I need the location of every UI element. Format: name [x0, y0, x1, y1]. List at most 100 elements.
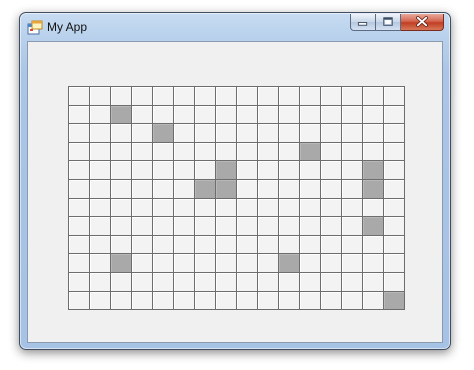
grid-cell[interactable]: [342, 217, 362, 235]
grid-cell[interactable]: [132, 124, 152, 142]
grid-cell-filled[interactable]: [195, 179, 215, 198]
grid-cell[interactable]: [174, 235, 194, 254]
grid-cell[interactable]: [153, 142, 173, 161]
grid-cell[interactable]: [384, 105, 404, 124]
grid-cell[interactable]: [132, 254, 152, 272]
grid-cell[interactable]: [279, 105, 299, 124]
grid-cell[interactable]: [279, 291, 299, 310]
grid-cell-filled[interactable]: [363, 217, 383, 235]
grid-cell[interactable]: [195, 235, 215, 254]
grid-cell[interactable]: [132, 161, 152, 179]
grid-cell[interactable]: [195, 272, 215, 291]
grid-cell[interactable]: [258, 124, 278, 142]
grid-cell[interactable]: [132, 235, 152, 254]
grid-cell[interactable]: [174, 124, 194, 142]
grid-cell[interactable]: [153, 179, 173, 198]
grid-cell[interactable]: [279, 235, 299, 254]
grid-cell[interactable]: [90, 87, 110, 105]
grid-cell[interactable]: [384, 198, 404, 217]
grid-cell[interactable]: [300, 87, 320, 105]
grid-cell[interactable]: [174, 272, 194, 291]
grid-cell[interactable]: [321, 272, 341, 291]
grid-cell[interactable]: [174, 291, 194, 310]
grid-cell[interactable]: [384, 217, 404, 235]
grid-cell[interactable]: [69, 179, 89, 198]
grid-cell[interactable]: [216, 105, 236, 124]
grid-cell[interactable]: [258, 87, 278, 105]
close-button[interactable]: [401, 14, 444, 31]
grid-cell[interactable]: [153, 235, 173, 254]
grid-cell[interactable]: [69, 142, 89, 161]
grid-cell[interactable]: [384, 272, 404, 291]
grid-cell[interactable]: [132, 272, 152, 291]
grid-cell[interactable]: [69, 235, 89, 254]
grid-cell-filled[interactable]: [111, 254, 131, 272]
grid-cell[interactable]: [216, 142, 236, 161]
grid-cell[interactable]: [195, 291, 215, 310]
grid-cell[interactable]: [384, 142, 404, 161]
grid-cell[interactable]: [321, 161, 341, 179]
grid-cell[interactable]: [132, 217, 152, 235]
grid-cell[interactable]: [342, 198, 362, 217]
grid-cell[interactable]: [342, 87, 362, 105]
grid-cell[interactable]: [111, 198, 131, 217]
minimize-button[interactable]: [350, 14, 376, 31]
grid-cell[interactable]: [321, 142, 341, 161]
grid-cell[interactable]: [384, 179, 404, 198]
grid-cell[interactable]: [216, 254, 236, 272]
grid-cell[interactable]: [363, 87, 383, 105]
grid-cell[interactable]: [237, 291, 257, 310]
grid-cell[interactable]: [90, 254, 110, 272]
grid-cell[interactable]: [258, 235, 278, 254]
grid-cell[interactable]: [300, 254, 320, 272]
grid-cell-filled[interactable]: [279, 254, 299, 272]
grid-cell[interactable]: [69, 124, 89, 142]
grid-cell[interactable]: [153, 161, 173, 179]
grid-cell[interactable]: [174, 198, 194, 217]
grid-cell[interactable]: [258, 217, 278, 235]
grid-cell[interactable]: [279, 124, 299, 142]
grid-cell[interactable]: [342, 124, 362, 142]
grid-cell[interactable]: [384, 87, 404, 105]
grid-cell[interactable]: [237, 198, 257, 217]
grid-cell[interactable]: [342, 161, 362, 179]
grid-cell[interactable]: [90, 198, 110, 217]
grid-cell[interactable]: [132, 179, 152, 198]
grid-cell[interactable]: [342, 142, 362, 161]
grid-cell[interactable]: [342, 272, 362, 291]
grid-cell[interactable]: [216, 87, 236, 105]
grid-cell[interactable]: [300, 105, 320, 124]
grid-cell[interactable]: [111, 142, 131, 161]
grid-cell[interactable]: [300, 235, 320, 254]
grid-cell[interactable]: [195, 254, 215, 272]
grid-cell-filled[interactable]: [111, 105, 131, 124]
grid-cell[interactable]: [111, 217, 131, 235]
grid-cell[interactable]: [321, 105, 341, 124]
grid-cell[interactable]: [111, 272, 131, 291]
grid-cell[interactable]: [174, 142, 194, 161]
grid-cell[interactable]: [90, 272, 110, 291]
grid-cell[interactable]: [258, 272, 278, 291]
grid-cell[interactable]: [300, 272, 320, 291]
grid-cell[interactable]: [321, 254, 341, 272]
grid-cell[interactable]: [69, 254, 89, 272]
grid-cell[interactable]: [153, 217, 173, 235]
grid-cell[interactable]: [321, 198, 341, 217]
grid-cell[interactable]: [237, 235, 257, 254]
grid-cell[interactable]: [90, 291, 110, 310]
grid-cell[interactable]: [258, 161, 278, 179]
grid-cell[interactable]: [132, 105, 152, 124]
grid-cell[interactable]: [363, 272, 383, 291]
grid-cell[interactable]: [237, 124, 257, 142]
grid-cell[interactable]: [195, 87, 215, 105]
grid-cell[interactable]: [363, 291, 383, 310]
grid-cell[interactable]: [279, 142, 299, 161]
grid-cell[interactable]: [258, 105, 278, 124]
grid-cell[interactable]: [279, 179, 299, 198]
grid-cell[interactable]: [153, 291, 173, 310]
grid-cell[interactable]: [90, 179, 110, 198]
grid-cell[interactable]: [174, 217, 194, 235]
grid-cell[interactable]: [321, 87, 341, 105]
grid-cell[interactable]: [132, 87, 152, 105]
grid-cell[interactable]: [342, 254, 362, 272]
